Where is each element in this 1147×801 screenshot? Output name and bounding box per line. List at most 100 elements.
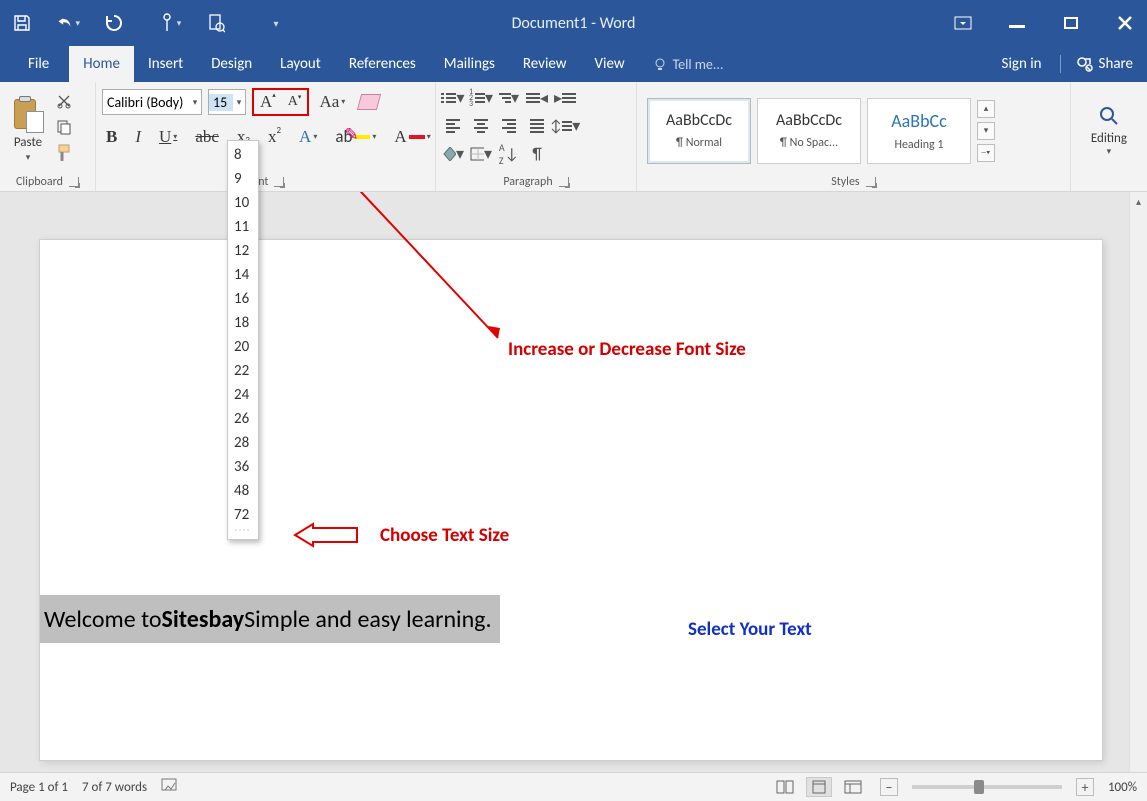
style-heading-1[interactable]: AaBbCc Heading 1	[867, 98, 971, 164]
page-indicator[interactable]: Page 1 of 1	[10, 780, 68, 795]
show-marks-button[interactable]: ¶	[526, 144, 548, 164]
font-size-option[interactable]: 28	[228, 431, 258, 455]
font-name-input[interactable]	[103, 94, 189, 111]
grow-font-button[interactable]: A▴	[256, 90, 280, 114]
undo-icon[interactable]: ▾	[56, 11, 80, 35]
strikethrough-button[interactable]: abc	[191, 125, 223, 149]
share-button[interactable]: Share	[1060, 55, 1133, 73]
dropdown-resize-grip-icon[interactable]: ····	[228, 527, 258, 533]
tab-design[interactable]: Design	[197, 46, 266, 82]
font-size-option[interactable]: 48	[228, 479, 258, 503]
font-size-option[interactable]: 16	[228, 287, 258, 311]
font-size-combo[interactable]: ▾	[208, 89, 246, 115]
line-spacing-button[interactable]: ↕▾	[554, 116, 576, 136]
shrink-font-button[interactable]: A▾	[284, 90, 306, 114]
proofing-icon[interactable]	[161, 777, 179, 797]
font-size-option[interactable]: 72	[228, 503, 258, 527]
underline-button[interactable]: U▾	[155, 125, 181, 149]
font-size-dropdown-icon[interactable]: ▾	[233, 97, 245, 108]
clear-formatting-button[interactable]	[355, 92, 383, 112]
font-size-option[interactable]: 24	[228, 383, 258, 407]
minimize-icon[interactable]	[1005, 13, 1029, 33]
font-size-option[interactable]: 12	[228, 239, 258, 263]
superscript-button[interactable]: x2	[264, 125, 285, 149]
numbering-button[interactable]: 123▾	[470, 88, 492, 108]
align-right-button[interactable]	[498, 116, 520, 136]
zoom-in-icon[interactable]: +	[1076, 778, 1094, 796]
font-size-input[interactable]	[209, 94, 233, 111]
font-size-option[interactable]: 22	[228, 359, 258, 383]
ribbon-display-options-icon[interactable]	[951, 13, 975, 33]
zoom-out-icon[interactable]: −	[880, 778, 898, 796]
sort-button[interactable]: AZ↓	[498, 144, 520, 164]
style-no-spacing[interactable]: AaBbCcDc ¶ No Spac...	[757, 98, 861, 164]
bold-button[interactable]: B	[102, 125, 121, 149]
paste-button[interactable]: Paste	[14, 135, 42, 150]
tab-home[interactable]: Home	[69, 46, 134, 82]
editing-dropdown-icon[interactable]: ▾	[1107, 146, 1112, 157]
tab-file[interactable]: File	[14, 46, 63, 82]
styles-launcher-icon[interactable]	[866, 177, 876, 187]
text-effects-button[interactable]: A▾	[295, 125, 321, 149]
print-preview-icon[interactable]	[204, 11, 228, 35]
align-center-button[interactable]	[470, 116, 492, 136]
clipboard-launcher-icon[interactable]	[69, 177, 79, 187]
font-launcher-icon[interactable]	[274, 177, 284, 187]
word-count[interactable]: 7 of 7 words	[82, 780, 147, 795]
zoom-level[interactable]: 100%	[1108, 780, 1137, 795]
tell-me[interactable]: Tell me...	[639, 46, 724, 82]
vertical-scrollbar[interactable]: ▴	[1129, 192, 1147, 772]
justify-button[interactable]	[526, 116, 548, 136]
touch-mode-icon[interactable]: ▾	[158, 11, 182, 35]
save-icon[interactable]	[10, 11, 34, 35]
format-painter-icon[interactable]	[54, 144, 74, 162]
font-color-button[interactable]: A▾	[390, 125, 434, 149]
font-size-option[interactable]: 20	[228, 335, 258, 359]
tab-review[interactable]: Review	[509, 46, 581, 82]
close-icon[interactable]	[1113, 13, 1137, 33]
highlight-button[interactable]: ab✎▾	[331, 124, 380, 149]
increase-indent-button[interactable]: ▸	[554, 88, 576, 108]
tab-references[interactable]: References	[335, 46, 430, 82]
shading-button[interactable]: ▾	[442, 144, 464, 164]
sign-in-link[interactable]: Sign in	[1002, 55, 1042, 73]
font-size-option[interactable]: 11	[228, 215, 258, 239]
repeat-icon[interactable]	[102, 11, 126, 35]
tab-insert[interactable]: Insert	[134, 46, 197, 82]
font-size-option[interactable]: 36	[228, 455, 258, 479]
tab-view[interactable]: View	[581, 46, 639, 82]
maximize-icon[interactable]	[1059, 13, 1083, 33]
font-name-dropdown-icon[interactable]: ▾	[189, 97, 201, 108]
cut-icon[interactable]	[54, 92, 74, 110]
decrease-indent-button[interactable]: ◂	[526, 88, 548, 108]
font-size-option[interactable]: 14	[228, 263, 258, 287]
font-size-option[interactable]: 9	[228, 167, 258, 191]
style-normal[interactable]: AaBbCcDc ¶ Normal	[647, 98, 751, 164]
multilevel-button[interactable]: ▾	[498, 88, 520, 108]
find-icon[interactable]	[1098, 105, 1120, 127]
paste-icon[interactable]	[12, 99, 44, 133]
align-left-button[interactable]	[442, 116, 464, 136]
zoom-slider-thumb[interactable]	[974, 780, 984, 794]
web-layout-icon[interactable]	[840, 777, 866, 797]
bullets-button[interactable]: ▾	[442, 88, 464, 108]
tab-mailings[interactable]: Mailings	[430, 46, 509, 82]
read-mode-icon[interactable]	[772, 777, 798, 797]
selected-text[interactable]: Welcome to Sitesbay Simple and easy lear…	[40, 595, 500, 643]
paste-dropdown-icon[interactable]: ▾	[26, 152, 31, 163]
styles-more-icon[interactable]: ⎯▾	[977, 144, 995, 162]
styles-row-up-icon[interactable]: ▴	[977, 100, 995, 118]
font-size-option[interactable]: 26	[228, 407, 258, 431]
change-case-button[interactable]: Aa▾	[315, 90, 349, 114]
font-name-combo[interactable]: ▾	[102, 89, 202, 115]
tab-layout[interactable]: Layout	[266, 46, 335, 82]
paragraph-launcher-icon[interactable]	[559, 177, 569, 187]
zoom-slider[interactable]	[912, 785, 1062, 789]
editing-button[interactable]: Editing	[1091, 131, 1127, 146]
scroll-up-icon[interactable]: ▴	[1130, 192, 1147, 210]
styles-row-down-icon[interactable]: ▾	[977, 122, 995, 140]
font-size-option[interactable]: 18	[228, 311, 258, 335]
italic-button[interactable]: I	[131, 125, 145, 149]
font-size-option[interactable]: 8	[228, 143, 258, 167]
font-size-option[interactable]: 10	[228, 191, 258, 215]
